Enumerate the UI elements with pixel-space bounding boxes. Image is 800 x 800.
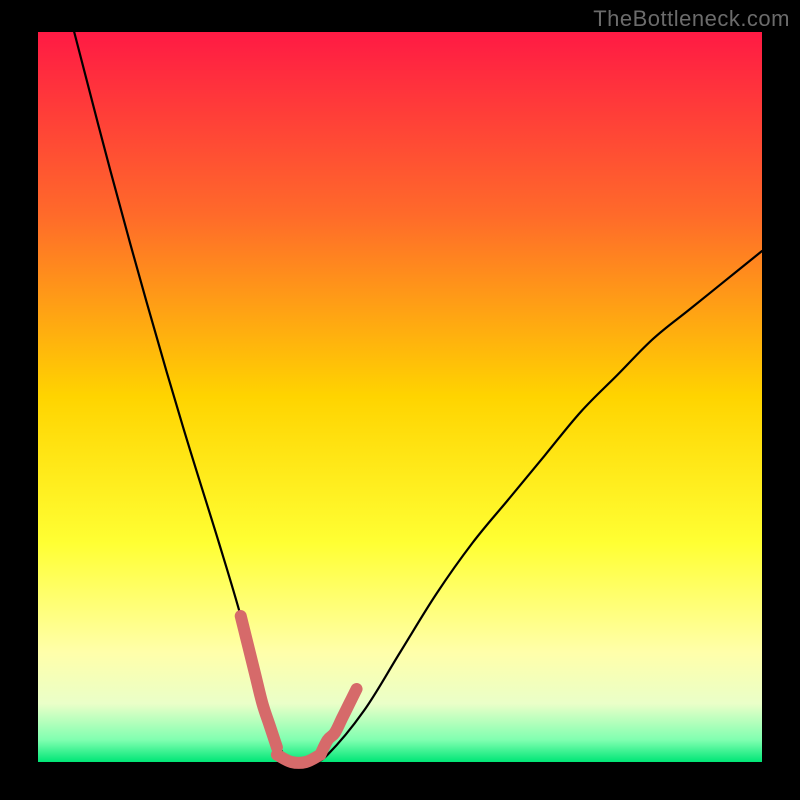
chart-frame: TheBottleneck.com (0, 0, 800, 800)
watermark-text: TheBottleneck.com (593, 6, 790, 32)
chart-svg (0, 0, 800, 800)
